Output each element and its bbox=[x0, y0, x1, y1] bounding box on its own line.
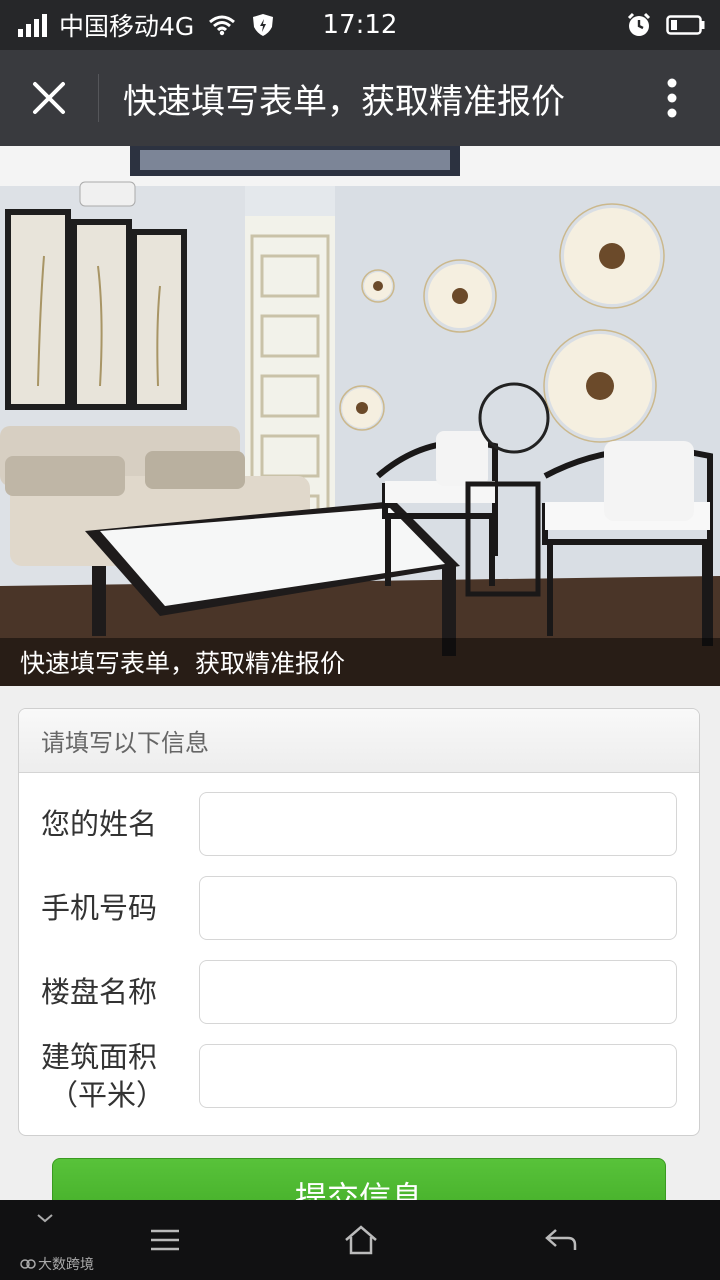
phone-row: 手机号码 bbox=[19, 875, 699, 941]
phone-input[interactable] bbox=[199, 876, 677, 940]
menu-button[interactable] bbox=[120, 1200, 210, 1280]
alarm-icon bbox=[627, 12, 651, 36]
banner: 快速填写表单，获取精准报价 bbox=[0, 146, 720, 686]
status-bar: 中国移动4G 17:12 bbox=[0, 0, 720, 50]
carrier-label: 中国移动4G bbox=[59, 12, 195, 41]
name-input[interactable] bbox=[199, 792, 677, 856]
form-header: 请填写以下信息 bbox=[19, 709, 699, 773]
name-label: 您的姓名 bbox=[41, 807, 158, 841]
property-label: 楼盘名称 bbox=[41, 975, 158, 1009]
wifi-icon bbox=[209, 15, 236, 36]
close-icon bbox=[33, 82, 65, 114]
home-button[interactable] bbox=[316, 1200, 406, 1280]
more-button[interactable] bbox=[624, 50, 720, 146]
area-label: 建筑面积 bbox=[41, 1040, 158, 1074]
close-button[interactable] bbox=[0, 50, 98, 146]
banner-caption: 快速填写表单，获取精准报价 bbox=[0, 638, 720, 686]
form-card: 请填写以下信息 您的姓名 手机号码 楼盘名称 建筑面积 （平米） bbox=[18, 708, 700, 1136]
status-left: 中国移动4G bbox=[0, 7, 274, 43]
area-unit-label: （平米） bbox=[49, 1078, 166, 1112]
name-row: 您的姓名 bbox=[19, 791, 699, 857]
menu-icon bbox=[151, 1229, 179, 1251]
phone-label: 手机号码 bbox=[41, 891, 158, 925]
back-button[interactable] bbox=[516, 1200, 606, 1280]
page-title: 快速填写表单，获取精准报价 bbox=[123, 81, 565, 122]
battery-icon bbox=[666, 15, 705, 35]
watermark-text: 大数跨境 bbox=[38, 1257, 94, 1273]
living-room-image bbox=[0, 146, 720, 686]
back-icon bbox=[545, 1229, 577, 1250]
watermark-logo-icon bbox=[20, 1259, 36, 1269]
property-row: 楼盘名称 bbox=[19, 959, 699, 1025]
area-label-group: 建筑面积 （平米） bbox=[19, 1038, 199, 1114]
home-icon bbox=[345, 1225, 377, 1255]
shield-icon bbox=[253, 14, 274, 36]
signal-icon bbox=[18, 13, 47, 37]
area-row: 建筑面积 （平米） bbox=[19, 1040, 699, 1112]
property-input[interactable] bbox=[199, 960, 677, 1024]
area-input[interactable] bbox=[199, 1044, 677, 1108]
title-bar: 快速填写表单，获取精准报价 bbox=[0, 50, 720, 146]
watermark: 大数跨境 bbox=[20, 1254, 94, 1274]
chevron-down-icon bbox=[37, 1214, 53, 1223]
status-right bbox=[626, 0, 706, 50]
more-vertical-icon bbox=[667, 78, 677, 118]
nav-bar: 大数跨境 bbox=[0, 1200, 720, 1280]
